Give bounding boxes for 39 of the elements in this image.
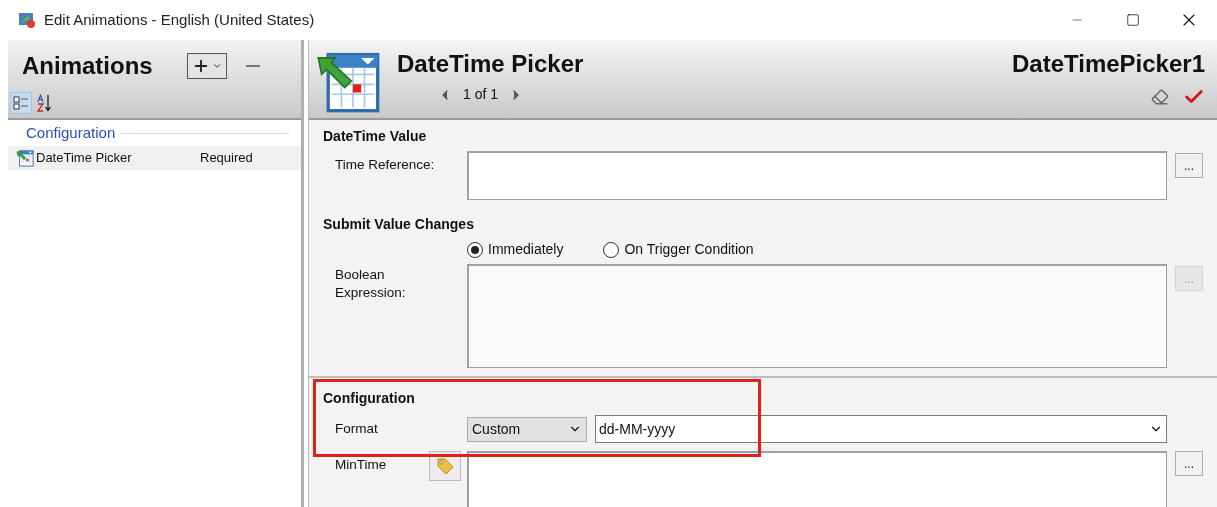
format-pattern-combo[interactable]: dd-MM-yyyy: [595, 415, 1167, 443]
tag-button[interactable]: [429, 451, 461, 481]
maximize-icon: [1126, 13, 1140, 27]
section-heading: Submit Value Changes: [323, 215, 475, 234]
min-time-field[interactable]: [467, 451, 1167, 507]
field-label: MinTime: [334, 456, 388, 474]
categorized-list-icon: [13, 95, 29, 111]
editor-title: DateTime Picker: [397, 49, 584, 79]
pager-text: 1 of 1: [463, 85, 499, 104]
calendar-icon: [16, 149, 34, 167]
boolean-expression-field[interactable]: [467, 264, 1167, 368]
app-icon: [18, 11, 36, 29]
tag-icon: [435, 456, 455, 476]
field-label: Boolean Expression:: [334, 266, 407, 302]
format-pattern-text: dd-MM-yyyy: [599, 419, 676, 439]
format-type-dropdown[interactable]: Custom: [467, 416, 587, 442]
item-status: Required: [200, 149, 253, 168]
panel-title: Animations: [22, 51, 153, 81]
field-label: Time Reference:: [334, 156, 436, 174]
window-title: Edit Animations - English (United States): [44, 9, 315, 30]
browse-button[interactable]: ...: [1175, 153, 1203, 178]
eraser-button[interactable]: [1151, 88, 1169, 106]
eraser-icon: [1151, 88, 1169, 106]
radio-option[interactable]: On Trigger Condition: [603, 239, 754, 260]
time-reference-field[interactable]: [467, 151, 1167, 200]
minus-icon: [245, 65, 260, 67]
add-button[interactable]: [186, 53, 227, 79]
radio-option[interactable]: Immediately: [467, 239, 564, 260]
animation-item[interactable]: DateTime Picker Required: [8, 146, 301, 170]
item-name: DateTime Picker: [36, 149, 133, 168]
section-heading: Configuration: [323, 389, 416, 408]
browse-button[interactable]: ...: [1175, 451, 1203, 476]
field-label: Format: [334, 419, 379, 438]
section-heading: DateTime Value: [323, 127, 428, 146]
group-header: Configuration: [26, 122, 116, 143]
sort-az-icon: [36, 94, 54, 112]
categorized-view-button[interactable]: [10, 92, 32, 114]
object-name: DateTimePicker1: [1012, 49, 1205, 79]
caret-icon: [211, 61, 222, 71]
